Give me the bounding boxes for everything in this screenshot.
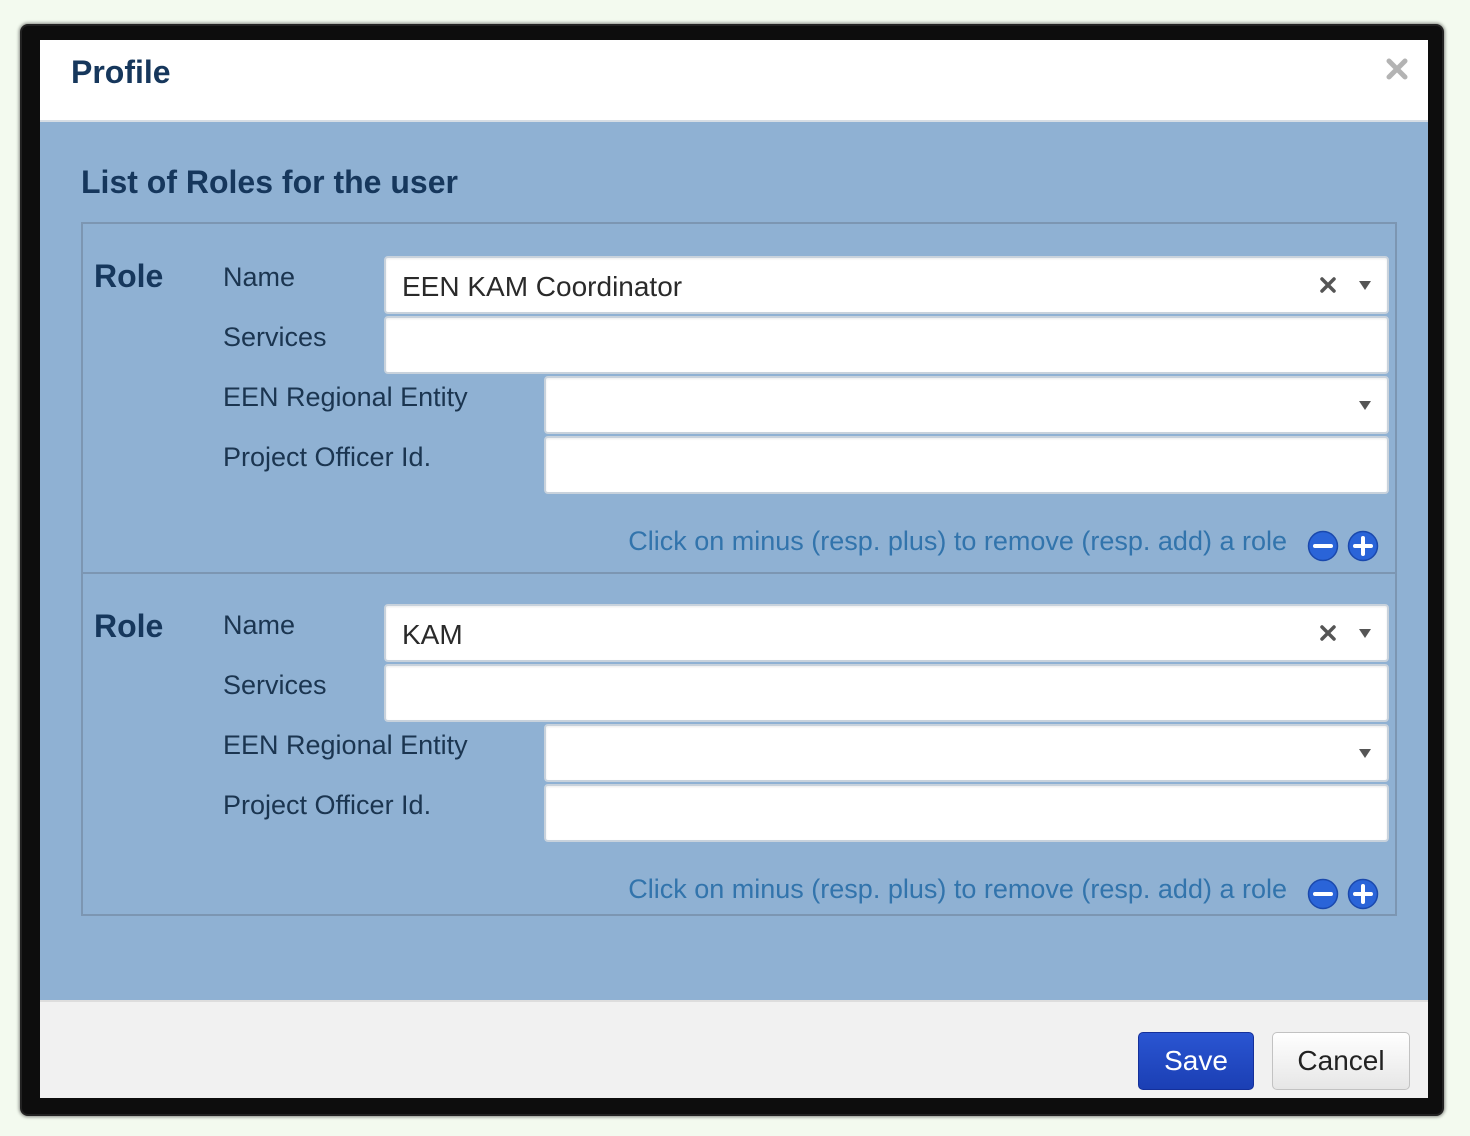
close-icon[interactable]	[1380, 52, 1414, 86]
profile-dialog: Profile List of Roles for the user Role …	[40, 40, 1428, 1098]
dialog-header: Profile	[40, 40, 1428, 122]
services-label: Services	[223, 322, 327, 352]
cancel-button[interactable]: Cancel	[1272, 1032, 1410, 1090]
dialog-title: Profile	[71, 54, 171, 90]
project-officer-field[interactable]	[544, 784, 1389, 842]
chevron-down-icon[interactable]	[1357, 746, 1373, 760]
minus-circle-icon[interactable]	[1307, 530, 1339, 562]
role-name-select[interactable]: KAM	[384, 604, 1389, 662]
minus-circle-icon[interactable]	[1307, 878, 1339, 910]
clear-icon[interactable]	[1317, 622, 1339, 644]
role-hint: Click on minus (resp. plus) to remove (r…	[628, 874, 1287, 904]
project-officer-field[interactable]	[544, 436, 1389, 494]
chevron-down-icon[interactable]	[1357, 278, 1373, 292]
regional-entity-label: EEN Regional Entity	[223, 382, 468, 412]
services-label: Services	[223, 670, 327, 700]
role-name-value: EEN KAM Coordinator	[402, 271, 683, 302]
dialog-footer: Save Cancel	[40, 1000, 1428, 1098]
regional-entity-label: EEN Regional Entity	[223, 730, 468, 760]
regional-entity-select[interactable]	[544, 376, 1389, 434]
project-officer-label: Project Officer Id.	[223, 790, 432, 820]
role-block: Role Name EEN KAM Coordinator Services E…	[83, 224, 1395, 572]
services-field[interactable]	[384, 316, 1389, 374]
project-officer-label: Project Officer Id.	[223, 442, 432, 472]
regional-entity-select[interactable]	[544, 724, 1389, 782]
chevron-down-icon[interactable]	[1357, 398, 1373, 412]
plus-circle-icon[interactable]	[1347, 530, 1379, 562]
plus-circle-icon[interactable]	[1347, 878, 1379, 910]
role-heading: Role	[94, 258, 164, 294]
name-label: Name	[223, 610, 296, 640]
save-button[interactable]: Save	[1138, 1032, 1254, 1090]
clear-icon[interactable]	[1317, 274, 1339, 296]
name-label: Name	[223, 262, 296, 292]
role-block: Role Name KAM Services EEN Regional Enti…	[83, 572, 1395, 916]
dialog-body: List of Roles for the user Role Name EEN…	[40, 122, 1428, 1000]
roles-list: Role Name EEN KAM Coordinator Services E…	[81, 222, 1397, 916]
role-hint: Click on minus (resp. plus) to remove (r…	[628, 526, 1287, 556]
section-title: List of Roles for the user	[81, 164, 458, 200]
role-name-select[interactable]: EEN KAM Coordinator	[384, 256, 1389, 314]
chevron-down-icon[interactable]	[1357, 626, 1373, 640]
role-name-value: KAM	[402, 619, 463, 650]
services-field[interactable]	[384, 664, 1389, 722]
role-heading: Role	[94, 608, 164, 644]
